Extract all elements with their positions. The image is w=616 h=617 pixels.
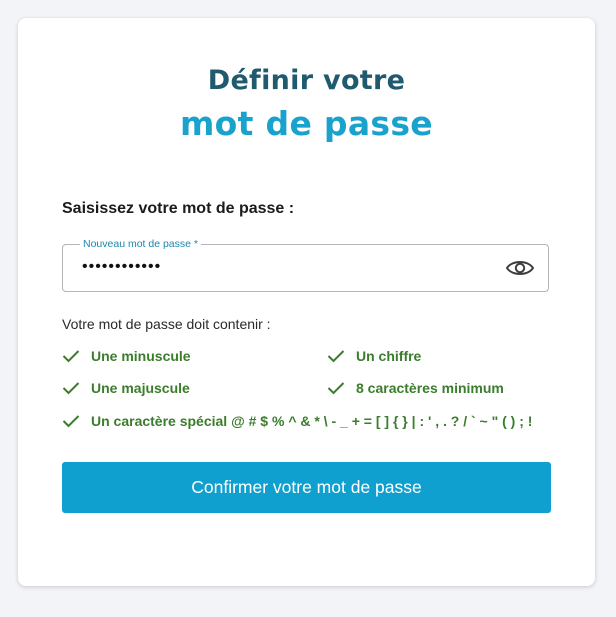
rule-label: Un chiffre	[356, 348, 422, 364]
password-input[interactable]	[82, 258, 482, 276]
check-icon	[62, 382, 80, 395]
check-icon	[327, 350, 345, 363]
section-label: Saisissez votre mot de passe :	[62, 200, 295, 217]
rule-label: Une minuscule	[91, 348, 191, 364]
rules-intro: Votre mot de passe doit contenir :	[62, 316, 271, 332]
rule-digit: Un chiffre	[327, 348, 421, 364]
rule-lowercase: Une minuscule	[62, 348, 191, 364]
check-icon	[62, 415, 80, 428]
password-card: Définir votre mot de passe Saisissez vot…	[18, 18, 595, 586]
rule-uppercase: Une majuscule	[62, 380, 190, 396]
check-icon	[327, 382, 345, 395]
page-title-line2: mot de passe	[180, 104, 433, 143]
rule-label: 8 caractères minimum	[356, 380, 504, 396]
eye-icon[interactable]	[505, 256, 535, 280]
page-title-line1: Définir votre	[207, 65, 406, 96]
rule-label: Un caractère spécial @ # $ % ^ & * \ - _…	[91, 413, 533, 429]
rule-label: Une majuscule	[91, 380, 190, 396]
check-icon	[62, 350, 80, 363]
password-field-label: Nouveau mot de passe *	[80, 237, 201, 251]
rule-special-char: Un caractère spécial @ # $ % ^ & * \ - _…	[62, 413, 532, 429]
confirm-password-button[interactable]: Confirmer votre mot de passe	[62, 462, 551, 513]
password-field: Nouveau mot de passe *	[62, 237, 549, 292]
rule-min-length: 8 caractères minimum	[327, 380, 504, 396]
